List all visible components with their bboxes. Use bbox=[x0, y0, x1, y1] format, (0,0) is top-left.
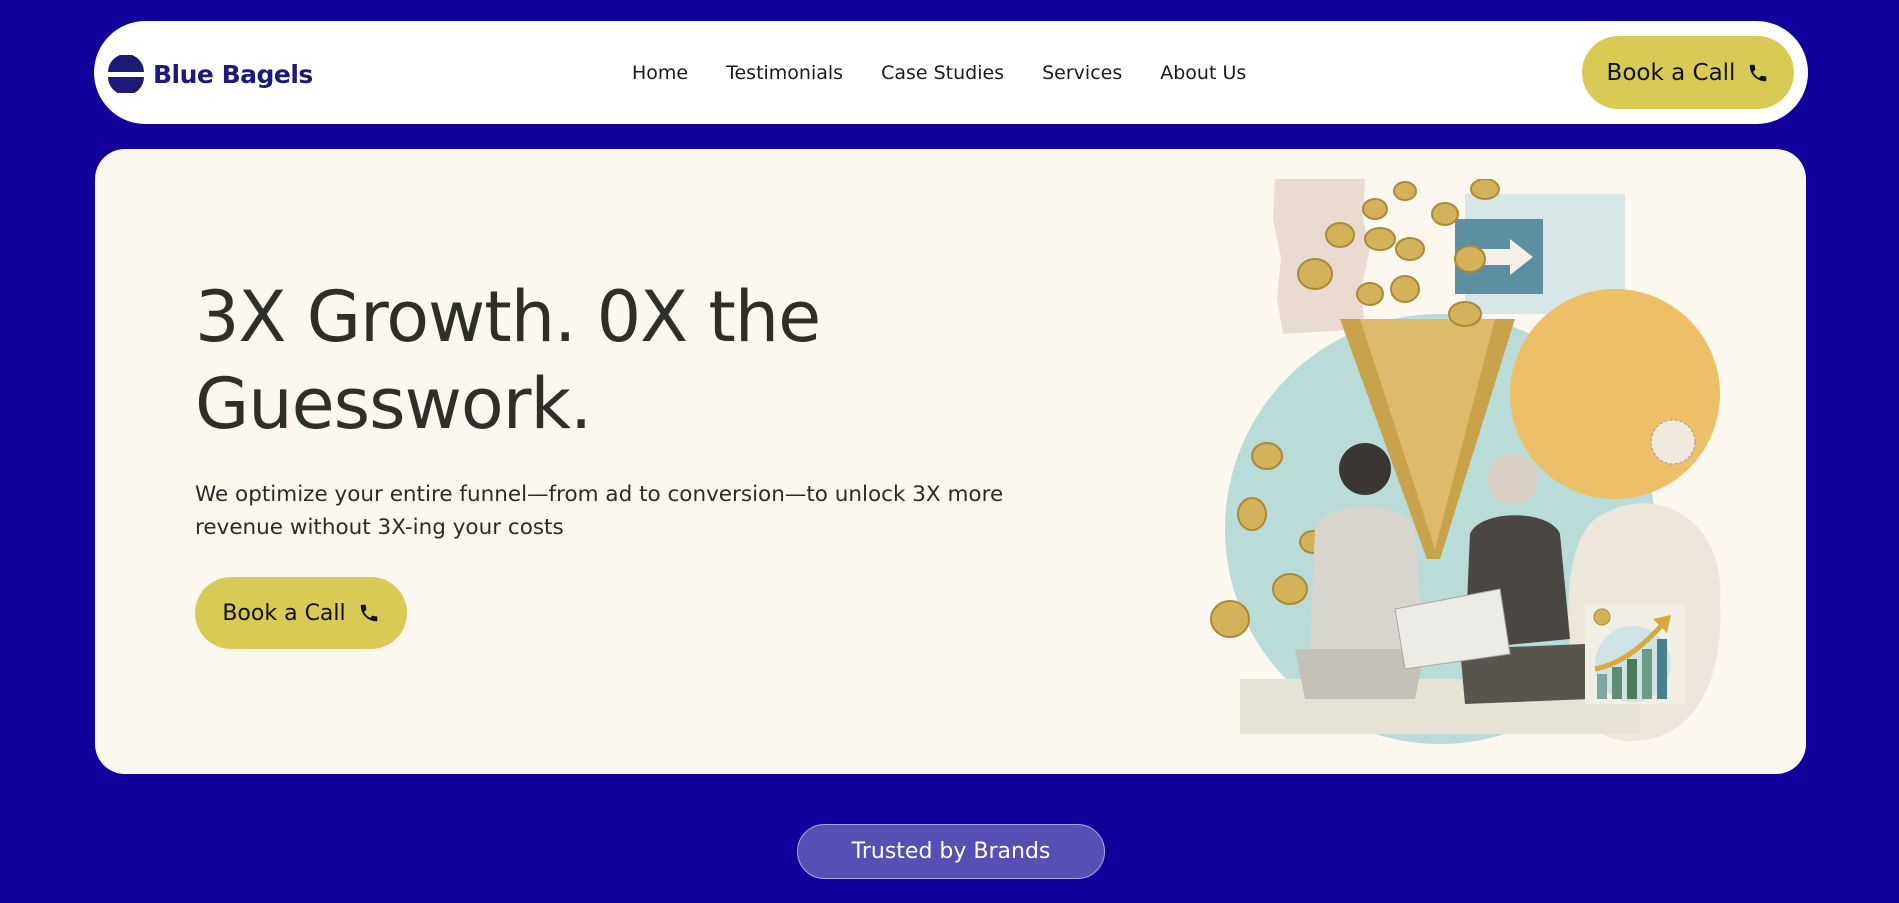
hero-book-call-button[interactable]: Book a Call bbox=[195, 577, 407, 649]
growth-chart-card bbox=[1585, 604, 1685, 704]
hero-book-call-label: Book a Call bbox=[222, 600, 346, 626]
nav-link-case-studies[interactable]: Case Studies bbox=[881, 62, 1004, 84]
postage-stamp-shape bbox=[1650, 419, 1696, 465]
brand-name: Blue Bagels bbox=[153, 59, 313, 89]
hero-section: 3X Growth. 0X the Guesswork. We optimize… bbox=[95, 149, 1806, 774]
nav-link-services[interactable]: Services bbox=[1042, 62, 1122, 84]
half-sun-bagel-icon bbox=[108, 55, 144, 93]
torn-paper-scrap bbox=[1273, 179, 1370, 334]
top-nav-bar: Blue Bagels Home Testimonials Case Studi… bbox=[94, 21, 1808, 124]
hero-collage-illustration bbox=[1210, 179, 1721, 744]
yellow-circle-shape bbox=[1510, 289, 1720, 499]
nav-link-home[interactable]: Home bbox=[632, 62, 688, 84]
main-menu: Home Testimonials Case Studies Services … bbox=[632, 21, 1246, 124]
brand-logo[interactable]: Blue Bagels bbox=[107, 55, 313, 93]
hero-title: 3X Growth. 0X the Guesswork. bbox=[195, 276, 821, 445]
phone-icon bbox=[1750, 64, 1767, 81]
nav-link-about-us[interactable]: About Us bbox=[1160, 62, 1246, 84]
trusted-by-brands-badge: Trusted by Brands bbox=[797, 824, 1105, 879]
hero-description: We optimize your entire funnel—from ad t… bbox=[195, 482, 1004, 540]
nav-book-call-button[interactable]: Book a Call bbox=[1582, 36, 1794, 109]
nav-book-call-label: Book a Call bbox=[1606, 59, 1736, 86]
phone-icon bbox=[360, 604, 377, 622]
nav-link-testimonials[interactable]: Testimonials bbox=[726, 62, 843, 84]
